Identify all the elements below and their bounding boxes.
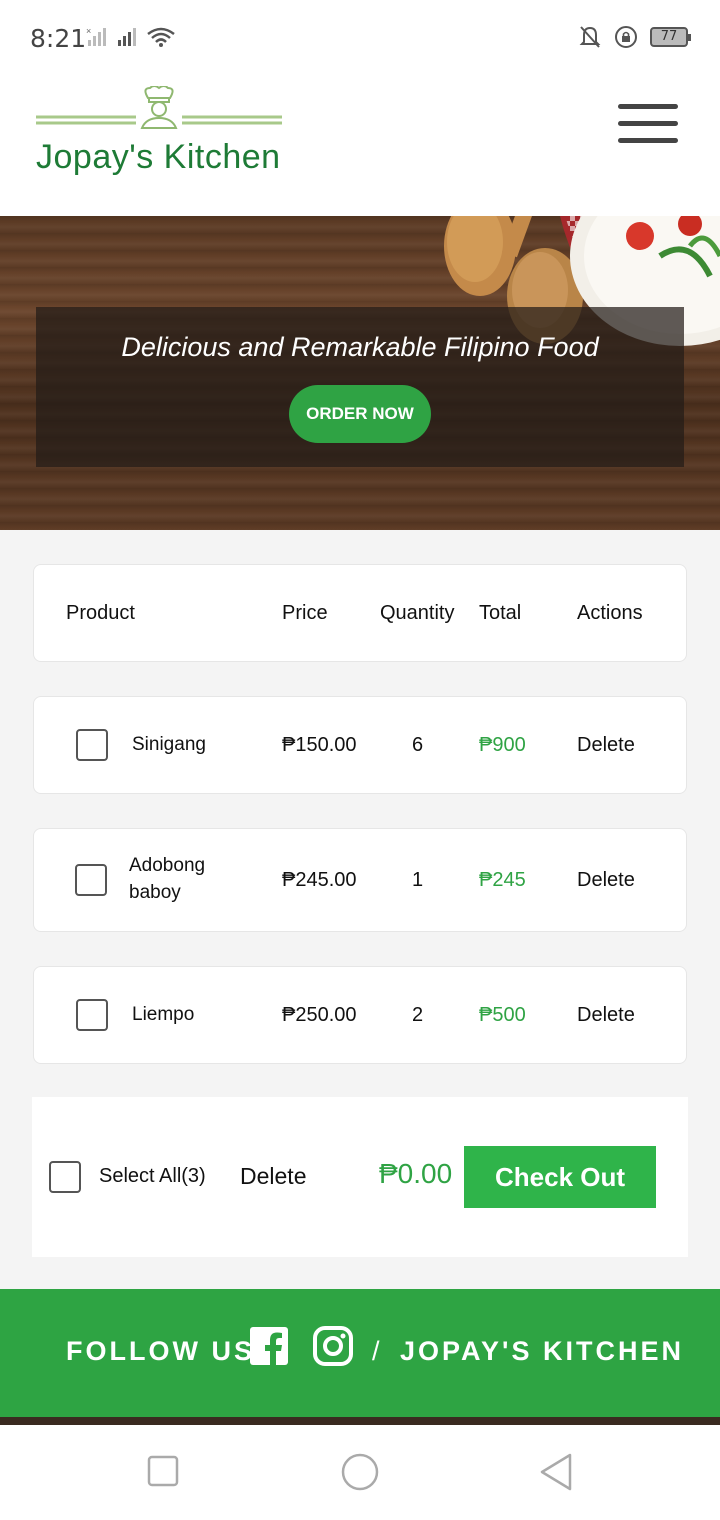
product-price: ₱245.00 — [282, 869, 357, 891]
back-icon[interactable] — [538, 1452, 574, 1492]
grand-total: ₱0.00 — [379, 1158, 453, 1189]
product-quantity[interactable]: 1 — [412, 869, 423, 892]
delete-selected-button[interactable]: Delete — [240, 1163, 306, 1190]
separator: / — [372, 1336, 383, 1366]
product-name-line2: baboy — [129, 882, 181, 903]
status-bar: 8:21 × 77 — [0, 0, 720, 76]
product-name: Liempo — [132, 1004, 195, 1025]
product-name: Adobong — [129, 855, 206, 876]
product-quantity[interactable]: 2 — [412, 1004, 423, 1027]
system-nav-bar — [0, 1425, 720, 1520]
chef-icon — [36, 86, 282, 129]
no-signal-icon: × — [86, 26, 106, 46]
home-icon[interactable] — [340, 1452, 380, 1492]
site-header: Jopay's Kitchen — [0, 76, 720, 216]
menu-icon[interactable] — [618, 104, 678, 146]
row-checkbox[interactable] — [76, 999, 108, 1031]
bell-off-icon — [579, 26, 601, 48]
col-product: Product — [66, 602, 135, 624]
col-quantity: Quantity — [380, 602, 455, 624]
delete-button[interactable]: Delete — [577, 869, 635, 892]
hero-tagline: Delicious and Remarkable Filipino Food — [121, 332, 599, 362]
checkout-button[interactable]: Check Out — [464, 1146, 656, 1208]
battery-icon: 77 — [650, 27, 691, 47]
delete-button[interactable]: Delete — [577, 1004, 635, 1027]
product-price: ₱150.00 — [282, 734, 357, 756]
signal-icon — [118, 28, 136, 46]
row-checkbox[interactable] — [75, 864, 107, 896]
wifi-icon — [147, 27, 175, 47]
follow-us-label: FOLLOW US — [66, 1336, 255, 1366]
instagram-icon[interactable] — [312, 1325, 354, 1367]
cart-summary: Select All(3) Delete ₱0.00 Check Out — [32, 1097, 688, 1257]
product-quantity[interactable]: 6 — [412, 734, 423, 757]
recents-icon[interactable] — [147, 1455, 181, 1489]
table-row: Sinigang ₱150.00 6 ₱900 Delete — [33, 696, 687, 794]
col-price: Price — [282, 602, 328, 624]
select-all-checkbox[interactable] — [49, 1161, 81, 1193]
col-actions: Actions — [577, 602, 643, 624]
row-total: ₱245 — [479, 869, 526, 891]
hero-banner: Delicious and Remarkable Filipino Food O… — [0, 216, 720, 530]
select-all-label[interactable]: Select All(3) — [99, 1165, 206, 1188]
delete-button[interactable]: Delete — [577, 734, 635, 757]
order-now-button[interactable]: ORDER NOW — [289, 385, 431, 443]
facebook-icon[interactable] — [250, 1327, 288, 1365]
svg-text:×: × — [86, 26, 91, 36]
row-total: ₱900 — [479, 734, 526, 756]
row-checkbox[interactable] — [76, 729, 108, 761]
col-total: Total — [479, 602, 522, 624]
follow-us-bar: FOLLOW US / JOPAY'S KITCHEN — [0, 1289, 720, 1417]
rotation-lock-icon — [615, 26, 637, 48]
brand-name: Jopay's Kitchen — [36, 138, 281, 176]
brand-logo[interactable]: Jopay's Kitchen — [36, 86, 282, 176]
clock: 8:21 — [30, 24, 87, 53]
cart-header: Product Price Quantity Total Actions — [33, 564, 687, 662]
row-total: ₱500 — [479, 1004, 526, 1026]
brand-handle[interactable]: JOPAY'S KITCHEN — [400, 1336, 684, 1367]
table-row: Adobong baboy ₱245.00 1 ₱245 Delete — [33, 828, 687, 932]
product-price: ₱250.00 — [282, 1004, 357, 1026]
product-name: Sinigang — [132, 734, 206, 755]
table-row: Liempo ₱250.00 2 ₱500 Delete — [33, 966, 687, 1064]
